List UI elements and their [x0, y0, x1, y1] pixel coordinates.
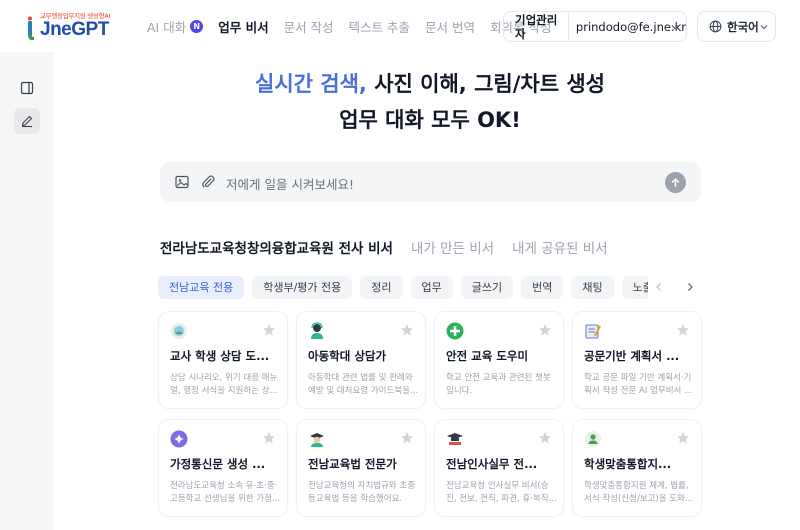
- chip-summary[interactable]: 정리: [360, 276, 403, 299]
- tab-shared-assistants[interactable]: 내게 공유된 비서: [512, 237, 608, 257]
- chip-student-record[interactable]: 학생부/평가 전용: [252, 276, 353, 299]
- hero-line-2: 업무 대화 모두 OK!: [339, 108, 521, 132]
- chevron-down-icon: [760, 25, 768, 30]
- card-title: 전남교육법 전문가: [308, 457, 397, 471]
- new-badge: N: [190, 20, 204, 33]
- chevron-right-icon[interactable]: [684, 281, 696, 293]
- new-chat-button[interactable]: [14, 108, 40, 134]
- chip-writing[interactable]: 글쓰기: [460, 276, 514, 299]
- card-description: 상담 시나리오, 위기 대응 매뉴얼, 행정 서식을 지원하는 상...: [170, 373, 278, 396]
- card-title: 학생맞춤통합지...: [584, 457, 672, 471]
- arrow-up-icon: [671, 177, 680, 187]
- star-icon[interactable]: [262, 323, 276, 337]
- brand-name: JneGPT: [40, 19, 109, 40]
- nav-label: 업무 비서: [218, 20, 269, 35]
- scholar-icon: [310, 433, 324, 447]
- top-header: 교무행정업무지원 생성형AI JneGPT AI 대화 N 업무 비서 문서 작…: [0, 0, 800, 52]
- chevron-left-icon[interactable]: [653, 281, 665, 293]
- nav-document-writing[interactable]: 문서 작성: [284, 17, 334, 36]
- user-email: prindodo@fe.jne.kr: [575, 19, 686, 34]
- nav-document-translation[interactable]: 문서 번역: [425, 17, 475, 36]
- brand-mark-icon: [28, 16, 34, 41]
- assistant-card[interactable]: 학생맞춤통합지... 학생맞춤통합지원 체계, 법률, 서식 작성(신청/보고)…: [573, 420, 701, 516]
- counselor-icon: [311, 322, 323, 339]
- card-description: 학생맞춤통합지원 체계, 법률, 서식 작성(신청/보고)을 도와...: [584, 481, 694, 504]
- nav-label: 텍스트 추출: [348, 20, 411, 35]
- assistant-card[interactable]: 안전 교육 도우미 학교 안전 교육과 관련된 챗봇입니다.: [435, 312, 563, 408]
- chip-jeonnam-only[interactable]: 전남교육 전용: [158, 276, 245, 299]
- card-description: 전남교육청 인사실무 비서(승진, 전보, 전직, 파견, 휴·복직...: [446, 481, 557, 504]
- assistant-card[interactable]: 전남인사실무 전... 전남교육청 인사실무 비서(승진, 전보, 전직, 파견…: [435, 420, 563, 516]
- card-title: 안전 교육 도우미: [446, 349, 529, 363]
- brand-logo[interactable]: 교무행정업무지원 생성형AI JneGPT: [26, 10, 126, 44]
- star-icon[interactable]: [400, 431, 414, 445]
- toggle-sidebar-button[interactable]: [14, 75, 40, 101]
- tab-my-assistants[interactable]: 내가 만든 비서: [411, 237, 494, 257]
- chip-translation[interactable]: 번역: [521, 276, 564, 299]
- assistant-tabs: 전라남도교육청창의융합교육원 전사 비서 내가 만든 비서 내게 공유된 비서: [160, 237, 626, 257]
- language-selector[interactable]: 한국어: [697, 11, 776, 42]
- assistant-card[interactable]: 공문기반 계획서 ... 학교 공문 파일 기반 계획서·기획서 작성 전문 A…: [573, 312, 701, 408]
- hero-heading: 실시간 검색, 사진 이해, 그림/차트 생성 업무 대화 모두 OK!: [140, 70, 720, 134]
- chip-chatting[interactable]: 채팅: [571, 276, 614, 299]
- hero-accent: 실시간 검색,: [255, 72, 367, 96]
- card-title: 교사 학생 상담 도...: [170, 349, 270, 363]
- assistant-card[interactable]: 아동학대 상담가 아동학대 관련 법률 및 판례와 예방 및 대처요령 가이드북…: [297, 312, 425, 408]
- card-description: 전남교육청의 자치법규와 초중등교육법 등을 학습했어요.: [308, 481, 416, 504]
- star-icon[interactable]: [676, 431, 690, 445]
- card-title: 전남인사실무 전...: [446, 457, 538, 471]
- nav-ai-chat[interactable]: AI 대화 N: [147, 17, 204, 36]
- edit-pencil-icon: [21, 115, 33, 128]
- hero-line-1: 실시간 검색, 사진 이해, 그림/차트 생성: [140, 70, 720, 98]
- category-filter-chips: 전남교육 전용 학생부/평가 전용 정리 업무 글쓰기 번역 채팅 노출 대기중: [158, 276, 648, 299]
- language-label: 한국어: [727, 19, 759, 34]
- assistant-card[interactable]: 가정통신문 생성 ... 전라남도교육청 소속 유·초·중·고등학교 선생님을 …: [159, 420, 287, 516]
- graduation-icon: [447, 433, 463, 445]
- card-description: 아동학대 관련 법률 및 판례와 예방 및 대처요령 가이드북을...: [308, 373, 419, 396]
- tab-org-assistants[interactable]: 전라남도교육청창의융합교육원 전사 비서: [160, 237, 393, 257]
- sidebar-panel-icon: [20, 81, 34, 95]
- chevron-down-icon: [671, 25, 679, 30]
- nav-label: 문서 번역: [425, 20, 476, 35]
- nav-work-assistant[interactable]: 업무 비서: [218, 17, 268, 36]
- star-icon[interactable]: [538, 323, 552, 337]
- support-icon: [585, 431, 601, 447]
- card-title: 아동학대 상담가: [308, 349, 387, 363]
- card-title: 가정통신문 생성 ...: [170, 457, 266, 471]
- card-title: 공문기반 계획서 ...: [584, 349, 680, 363]
- nav-text-extraction[interactable]: 텍스트 추출: [349, 17, 410, 36]
- assistant-card[interactable]: 교사 학생 상담 도... 상담 시나리오, 위기 대응 매뉴얼, 행정 서식을…: [159, 312, 287, 408]
- star-icon[interactable]: [262, 431, 276, 445]
- chip-work[interactable]: 업무: [410, 276, 453, 299]
- nav-label: 문서 작성: [283, 20, 334, 35]
- send-button[interactable]: [665, 172, 686, 193]
- plus-icon: [446, 322, 464, 340]
- star-icon[interactable]: [676, 323, 690, 337]
- chat-input-box[interactable]: 저에게 일을 시켜보세요!: [160, 162, 701, 202]
- image-upload-icon[interactable]: [174, 174, 190, 190]
- card-description: 학교 공문 파일 기반 계획서·기획서 작성 전문 AI 업무비서 ...: [584, 373, 693, 396]
- user-role: 기업관리자: [504, 12, 569, 41]
- card-description: 학교 안전 교육과 관련된 챗봇입니다.: [446, 373, 551, 396]
- document-icon: [585, 324, 601, 339]
- card-description: 전라남도교육청 소속 유·초·중·고등학교 선생님을 위한 가정...: [170, 481, 281, 504]
- star-icon[interactable]: [538, 431, 552, 445]
- left-sidebar: [0, 52, 54, 530]
- user-account-menu[interactable]: 기업관리자 prindodo@fe.jne.kr: [503, 11, 687, 42]
- star-icon[interactable]: [400, 323, 414, 337]
- attachment-icon[interactable]: [200, 174, 216, 190]
- sparkle-icon: [170, 430, 188, 448]
- globe-icon: [709, 20, 722, 33]
- chip-pending[interactable]: 노출 대기중: [621, 276, 648, 299]
- chat-input-placeholder: 저에게 일을 시켜보세요!: [226, 177, 354, 192]
- counsel-icon: [171, 323, 187, 339]
- nav-label: AI 대화: [147, 20, 187, 35]
- hero-line-1-rest: 사진 이해, 그림/차트 생성: [366, 72, 605, 96]
- assistant-card[interactable]: 전남교육법 전문가 전남교육청의 자치법규와 초중등교육법 등을 학습했어요.: [297, 420, 425, 516]
